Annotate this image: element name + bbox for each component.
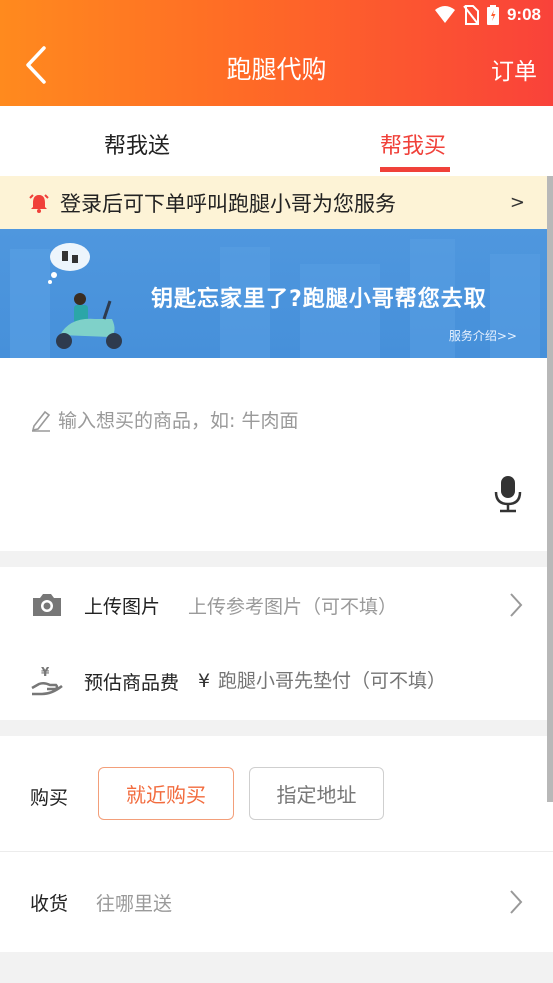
divider bbox=[0, 851, 553, 852]
status-time: 9:08 bbox=[506, 5, 541, 24]
battery-icon bbox=[486, 5, 499, 25]
no-sim-icon bbox=[463, 5, 479, 25]
purchase-delivery-section: 购买 就近购买 指定地址 收货 往哪里送 bbox=[0, 736, 553, 952]
upload-image-row[interactable]: 上传图片 上传参考图片（可不填） bbox=[0, 567, 553, 643]
notice-text: 登录后可下单呼叫跑腿小哥为您服务 bbox=[60, 191, 396, 216]
banner-title: 钥匙忘家里了?跑腿小哥帮您去取 bbox=[151, 287, 487, 312]
svg-text:¥: ¥ bbox=[41, 665, 50, 679]
microphone-icon[interactable] bbox=[494, 475, 522, 513]
app-header: 9:08 跑腿代购 订单 bbox=[0, 0, 553, 106]
delivery-scooter-illustration bbox=[48, 243, 122, 349]
chevron-right-icon bbox=[510, 593, 523, 617]
status-bar: 9:08 bbox=[0, 0, 553, 32]
estimated-fee-input[interactable] bbox=[218, 670, 478, 692]
item-input-placeholder: 输入想买的商品，如: 牛肉面 bbox=[58, 410, 299, 432]
upload-image-label: 上传图片 bbox=[84, 595, 161, 618]
purchase-label: 购买 bbox=[30, 787, 69, 809]
delivery-address-input[interactable]: 往哪里送 bbox=[96, 889, 172, 916]
estimated-fee-row[interactable]: ¥ 预估商品费 ¥ bbox=[0, 643, 553, 719]
buy-nearby-button[interactable]: 就近购买 bbox=[98, 767, 234, 820]
tab-bar: 帮我送 帮我买 bbox=[0, 106, 553, 176]
upload-image-hint: 上传参考图片（可不填） bbox=[188, 595, 398, 618]
tab-help-me-buy[interactable]: 帮我买 bbox=[380, 128, 446, 160]
login-notice-bar[interactable]: 登录后可下单呼叫跑腿小哥为您服务 > bbox=[0, 176, 553, 229]
tab-help-me-send[interactable]: 帮我送 bbox=[104, 128, 170, 160]
estimated-fee-label: 预估商品费 bbox=[84, 671, 180, 694]
money-hand-icon: ¥ bbox=[31, 665, 63, 696]
camera-icon bbox=[33, 594, 61, 616]
specify-address-button[interactable]: 指定地址 bbox=[249, 767, 384, 820]
scrollbar[interactable] bbox=[547, 176, 553, 802]
delivery-label: 收货 bbox=[30, 893, 69, 915]
item-input-area[interactable]: 输入想买的商品，如: 牛肉面 bbox=[0, 358, 553, 551]
wifi-icon bbox=[434, 6, 455, 23]
pencil-icon bbox=[31, 410, 51, 432]
notice-arrow-icon: > bbox=[509, 192, 525, 213]
service-banner[interactable]: 钥匙忘家里了?跑腿小哥帮您去取 服务介绍>> bbox=[0, 229, 553, 358]
orders-button[interactable]: 订单 bbox=[491, 52, 537, 86]
currency-symbol: ¥ bbox=[198, 670, 211, 692]
service-intro-link[interactable]: 服务介绍>> bbox=[449, 327, 517, 344]
page-title: 跑腿代购 bbox=[226, 55, 327, 84]
chevron-right-icon bbox=[510, 890, 523, 914]
alarm-bell-icon bbox=[29, 193, 49, 213]
active-tab-indicator bbox=[380, 167, 450, 172]
item-details-section: 上传图片 上传参考图片（可不填） ¥ 预估商品费 ¥ bbox=[0, 567, 553, 720]
